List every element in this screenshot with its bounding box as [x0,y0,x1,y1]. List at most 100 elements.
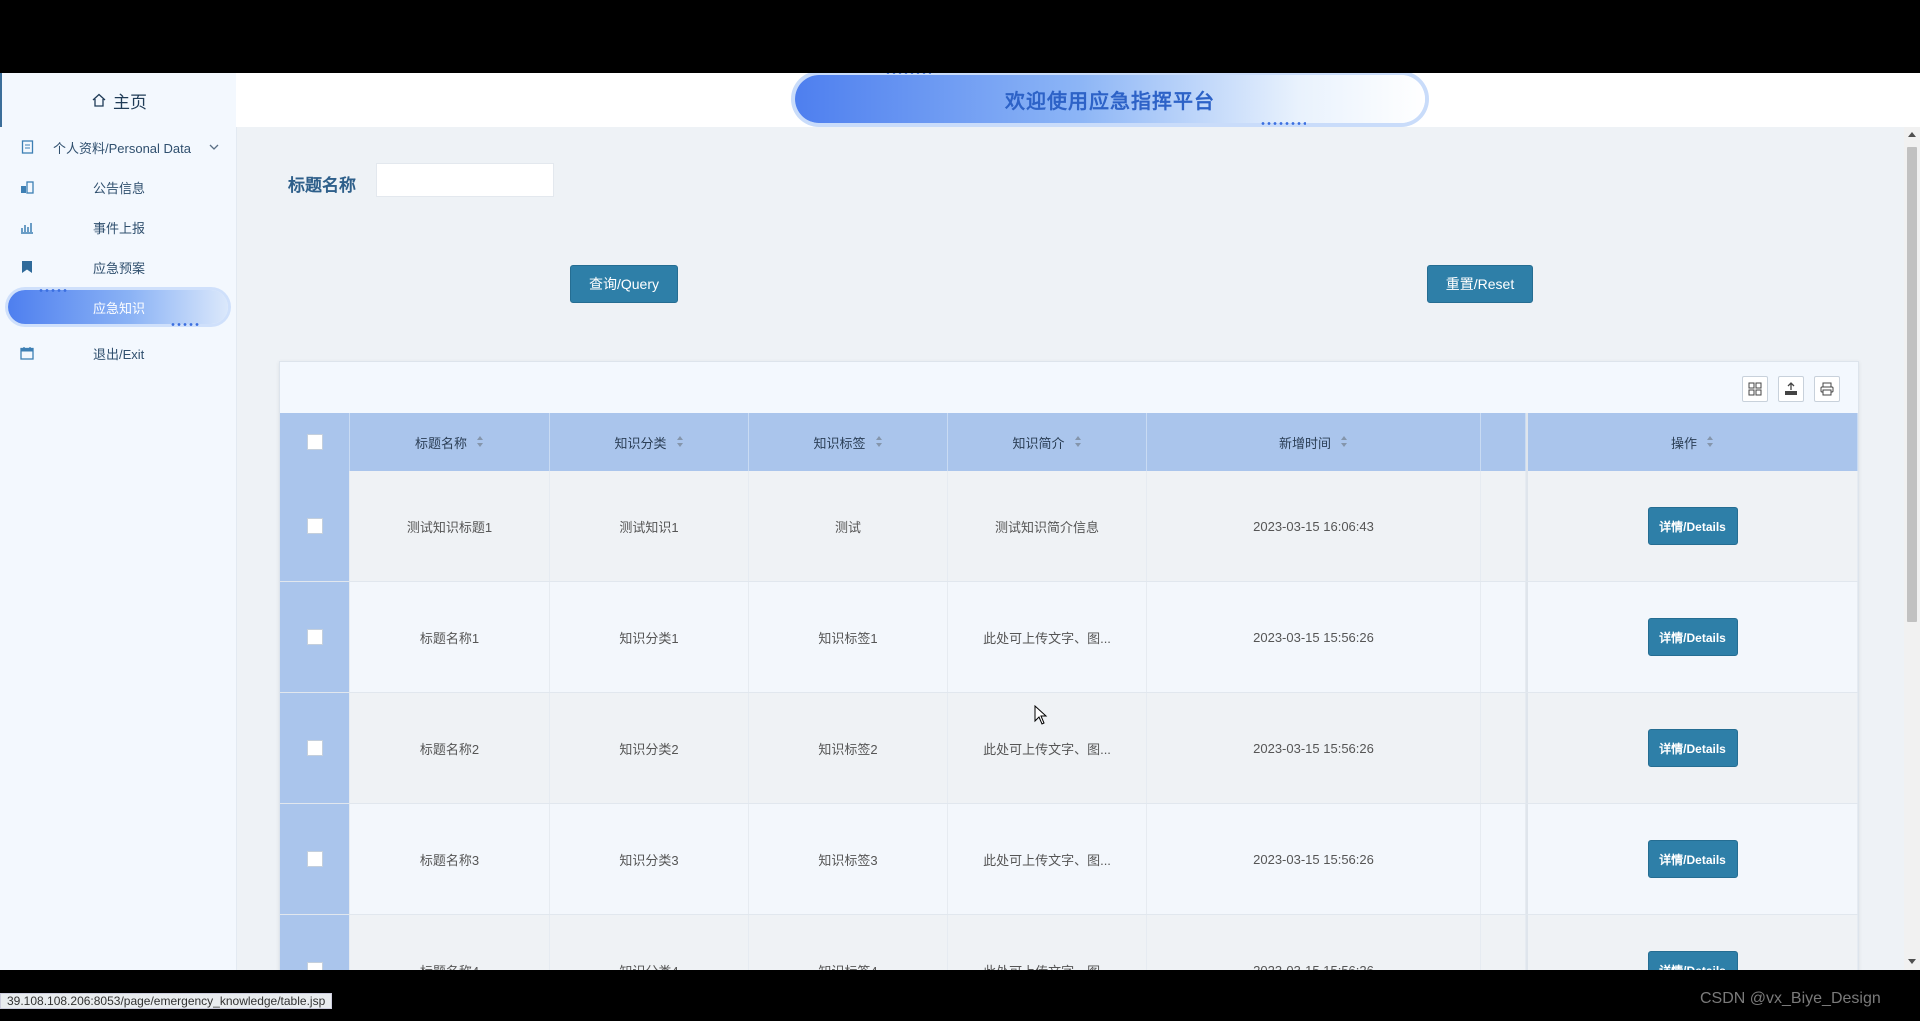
sidebar: 主页 个人资料/Personal Data 公告信息 事件上报 应急预案 应急知… [0,73,237,970]
sidebar-item-label: 公告信息 [93,180,146,196]
decor-dots [38,289,68,292]
table-cell: 2023-03-15 15:56:26 [1147,915,1481,970]
table-header-row: 标题名称 知识分类 知识标签 知识简介 新增时间 操作 [280,413,1858,471]
actions-cell: 详情/Details [1526,693,1858,803]
table-cell: 2023-03-15 15:56:26 [1147,693,1481,803]
bookmark-icon [20,260,34,274]
home-link[interactable]: 主页 [0,73,236,127]
watermark: CSDN @vx_Biye_Design [1700,990,1881,1007]
title-banner: 欢迎使用应急指挥平台 [795,73,1425,125]
scroll-down-arrow[interactable] [1908,959,1916,964]
row-checkbox[interactable] [306,629,323,645]
table-grid: 标题名称 知识分类 知识标签 知识简介 新增时间 操作 测试知识标题1 测试知识1… [280,413,1858,970]
spacer-cell [1481,582,1526,692]
print-icon [1820,382,1834,396]
scroll-up-arrow[interactable] [1908,132,1916,137]
sort-icon [1707,436,1714,448]
table-body: 测试知识标题1 测试知识1 测试 测试知识简介信息 2023-03-15 16:06:4… [280,471,1858,970]
table-cell: 此处可上传文字、图... [948,804,1147,914]
grid-icon [1748,382,1762,396]
table-cell: 知识标签1 [749,582,948,692]
search-label: 标题名称 [288,176,356,195]
table-cell: 知识分类3 [550,804,749,914]
table-cell: 知识分类2 [550,693,749,803]
sort-icon [477,436,484,448]
row-checkbox[interactable] [306,740,323,756]
row-checkbox[interactable] [306,518,323,534]
decor-dots [170,323,200,326]
print-button[interactable] [1814,376,1840,402]
details-button[interactable]: 详情/Details [1647,840,1738,878]
column-header-summary[interactable]: 知识简介 [948,413,1147,471]
columns-toggle-button[interactable] [1742,376,1768,402]
decor-dots [1260,122,1306,125]
top-header: 欢迎使用应急指挥平台 [236,73,1920,127]
row-checkbox[interactable] [306,962,323,970]
sidebar-item-personal-data[interactable]: 个人资料/Personal Data [0,127,236,167]
sort-icon [676,436,684,448]
sidebar-item-emergency-knowledge[interactable]: 应急知识 [0,287,236,327]
sort-icon [875,436,883,448]
table-cell: 测试 [749,471,948,581]
home-icon [92,93,106,107]
column-header-actions[interactable]: 操作 [1526,413,1858,471]
table-cell: 知识标签3 [749,804,948,914]
select-all-checkbox[interactable] [306,434,323,450]
details-button[interactable]: 详情/Details [1647,507,1738,545]
home-label: 主页 [113,92,147,112]
title-search-input[interactable] [376,163,554,197]
table-cell: 标题名称3 [350,804,550,914]
query-button[interactable]: 查询/Query [570,265,678,303]
actions-cell: 详情/Details [1526,582,1858,692]
table-cell: 标题名称2 [350,693,550,803]
column-header-spacer [1481,413,1526,471]
document-icon [20,140,34,154]
export-button[interactable] [1778,376,1804,402]
mouse-cursor-icon [1034,705,1048,725]
spacer-cell [1481,915,1526,970]
scroll-thumb[interactable] [1907,147,1917,622]
details-button[interactable]: 详情/Details [1647,618,1738,656]
row-checkbox[interactable] [306,851,323,867]
table-cell: 测试知识1 [550,471,749,581]
spacer-cell [1481,693,1526,803]
main-content: 标题名称 查询/Query 重置/Reset 标题名称 知识分类 知识标签 知识… [236,127,1904,970]
sidebar-item-label: 事件上报 [93,220,146,236]
table-cell: 知识标签2 [749,693,948,803]
table-row: 标题名称3 知识分类3 知识标签3 此处可上传文字、图... 2023-03-15 15… [280,804,1858,915]
sidebar-item-label: 应急预案 [93,260,146,276]
sidebar-item-announcements[interactable]: 公告信息 [0,167,236,207]
sidebar-item-emergency-plan[interactable]: 应急预案 [0,247,236,287]
data-table: 标题名称 知识分类 知识标签 知识简介 新增时间 操作 测试知识标题1 测试知识1… [279,361,1859,970]
table-cell: 此处可上传文字、图... [948,582,1147,692]
page-scrollbar[interactable] [1904,127,1920,970]
reset-button[interactable]: 重置/Reset [1427,265,1533,303]
details-button[interactable]: 详情/Details [1647,729,1738,767]
sidebar-item-exit[interactable]: 退出/Exit [0,333,236,373]
actions-cell: 详情/Details [1526,915,1858,970]
column-header-created[interactable]: 新增时间 [1147,413,1481,471]
row-select-cell [280,915,350,970]
details-button[interactable]: 详情/Details [1647,951,1738,970]
table-cell: 知识标签4 [749,915,948,970]
building-icon [20,180,34,194]
column-header-tag[interactable]: 知识标签 [749,413,948,471]
chevron-down-icon [209,144,219,150]
table-cell: 标题名称4 [350,915,550,970]
table-row: 标题名称1 知识分类1 知识标签1 此处可上传文字、图... 2023-03-15 15… [280,582,1858,693]
sidebar-item-label: 应急知识 [93,300,146,316]
column-header-category[interactable]: 知识分类 [550,413,749,471]
spacer-cell [1481,471,1526,581]
table-row: 标题名称2 知识分类2 知识标签2 此处可上传文字、图... 2023-03-15 15… [280,693,1858,804]
actions-cell: 详情/Details [1526,804,1858,914]
table-cell: 此处可上传文字、图... [948,915,1147,970]
table-cell: 知识分类4 [550,915,749,970]
app-window: 主页 个人资料/Personal Data 公告信息 事件上报 应急预案 应急知… [0,73,1920,970]
table-toolbar [280,362,1858,412]
table-row: 标题名称4知识分类4知识标签4此处可上传文字、图...2023-03-15 15… [280,915,1858,970]
table-row: 测试知识标题1 测试知识1 测试 测试知识简介信息 2023-03-15 16:06:4… [280,471,1858,582]
sidebar-item-event-report[interactable]: 事件上报 [0,207,236,247]
select-all-cell [280,413,350,471]
sidebar-item-label: 个人资料/Personal Data [53,140,191,156]
column-header-title[interactable]: 标题名称 [350,413,550,471]
